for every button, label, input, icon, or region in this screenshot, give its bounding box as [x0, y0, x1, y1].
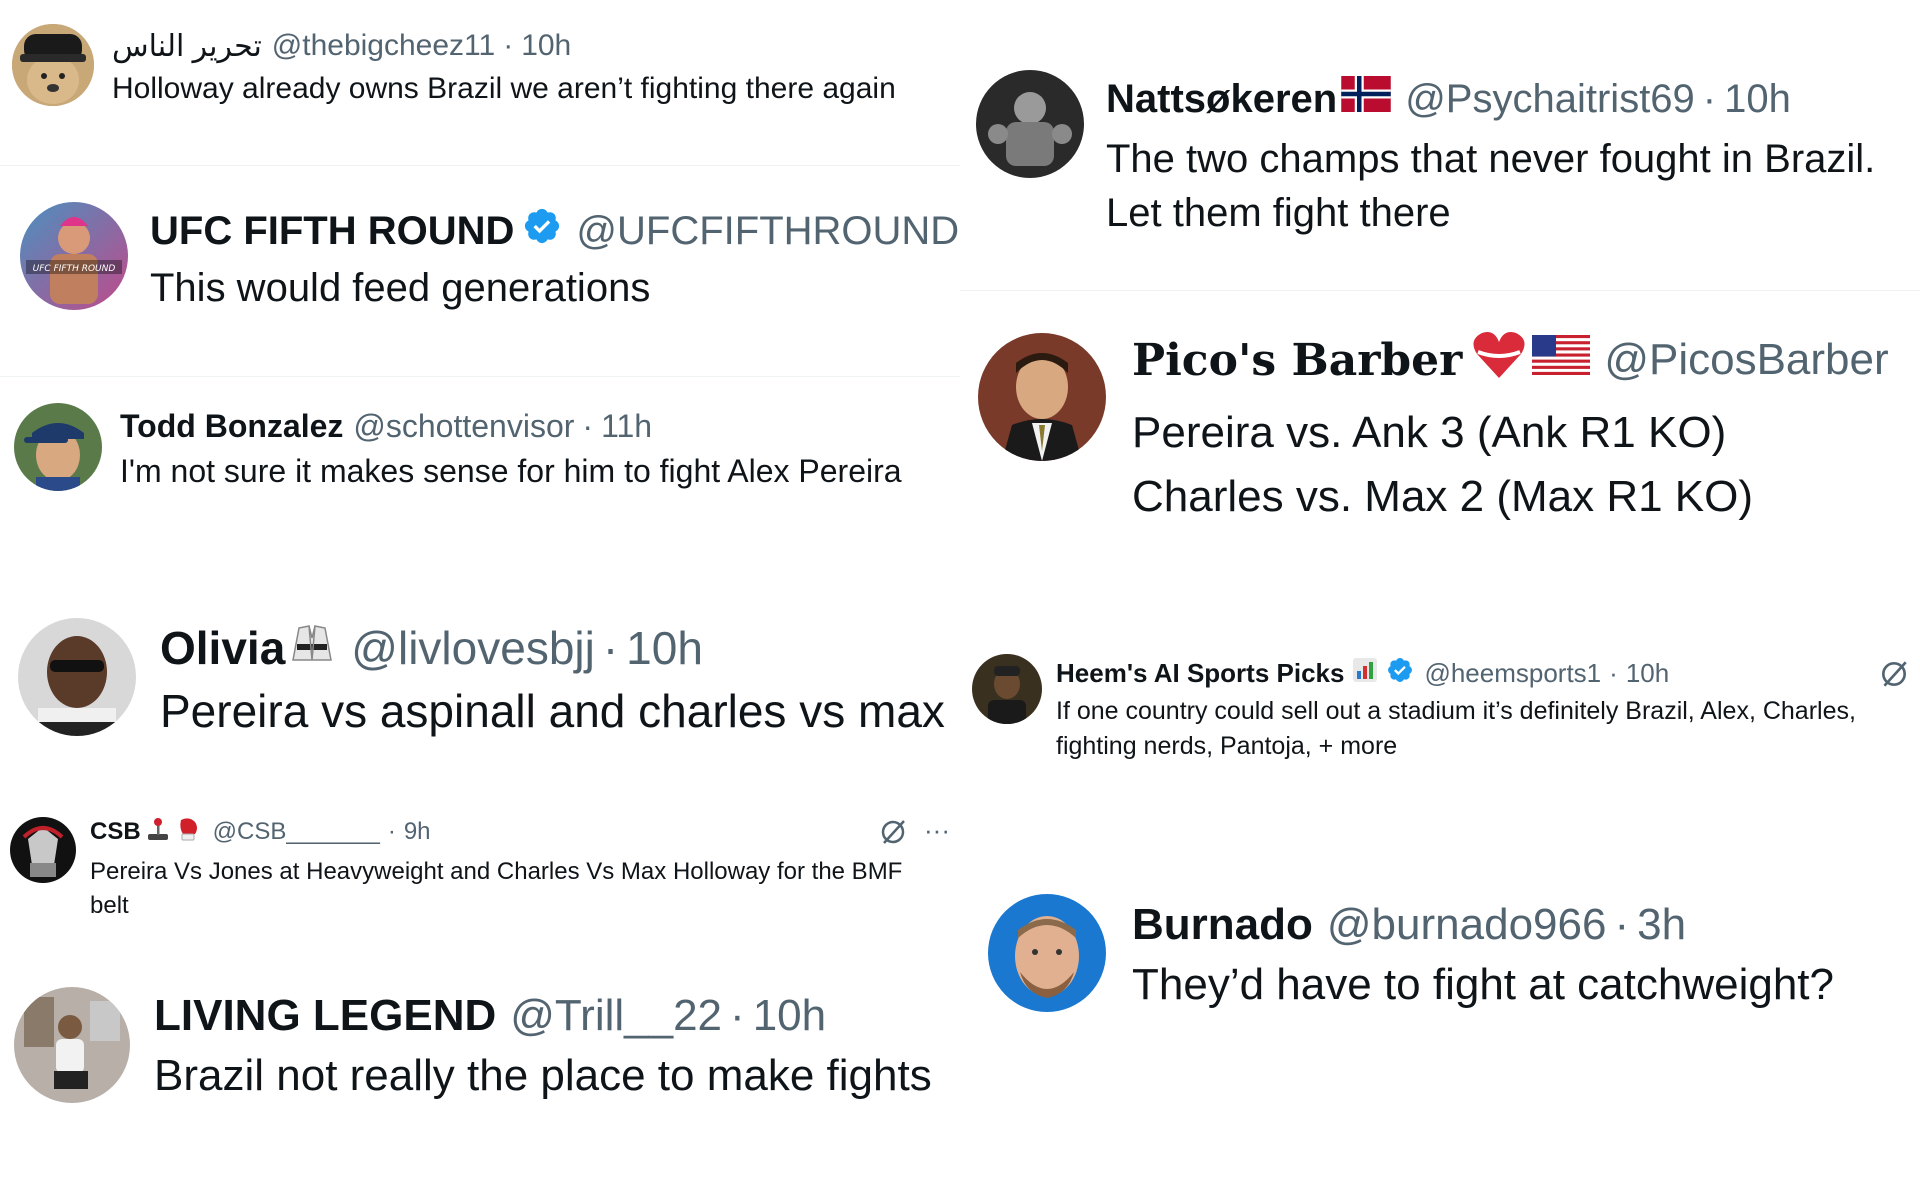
dot-separator: · — [503, 29, 514, 62]
reply-tweet-9[interactable]: Heem's AI Sports Picks @heemsports1 · 10… — [960, 640, 1920, 790]
avatar[interactable] — [18, 618, 136, 736]
reply-collage: تحرير الناس @thebigcheez11 · 10h Hollowa… — [0, 0, 1920, 1200]
tweet-text: The two champs that never fought in Braz… — [1106, 132, 1875, 240]
reply-tweet-1[interactable]: تحرير الناس @thebigcheez11 · 10h Hollowa… — [0, 0, 960, 165]
tweet-text: They’d have to fight at catchweight? — [1132, 960, 1834, 1009]
display-name[interactable]: Heem's AI Sports Picks — [1056, 658, 1344, 689]
avatar[interactable] — [978, 333, 1106, 461]
timestamp[interactable]: 10h — [1724, 77, 1791, 122]
display-name[interactable]: UFC FIFTH ROUND — [150, 209, 514, 254]
reply-tweet-10[interactable]: Burnado @burnado966 · 3h They’d have to … — [960, 880, 1920, 1050]
handle[interactable]: @heemsports1 — [1424, 658, 1601, 689]
grok-icon[interactable] — [878, 817, 908, 847]
display-name[interactable]: Burnado — [1132, 900, 1313, 950]
dot-separator: · — [387, 818, 396, 845]
tweet-text: Brazil not really the place to make figh… — [154, 1051, 932, 1100]
reply-tweet-6[interactable]: LIVING LEGEND @Trill__22 · 10h Brazil no… — [0, 975, 960, 1145]
tweet-text: Pereira vs aspinall and charles vs max — [160, 685, 945, 737]
dot-separator: · — [602, 622, 619, 674]
dot-separator: · — [1614, 900, 1630, 949]
joystick-emoji-icon — [145, 816, 171, 849]
handle[interactable]: @Trill__22 — [510, 991, 722, 1041]
tweet-text-line: The two champs that never fought in Braz… — [1106, 137, 1876, 181]
tweet-text: Holloway already owns Brazil we aren’t f… — [112, 72, 896, 105]
display-name[interactable]: CSB — [90, 818, 141, 846]
gi-emoji-icon — [289, 620, 335, 677]
tweet-text-line: Let them fight there — [1106, 191, 1451, 235]
handle[interactable]: @UFCFIFTHROUND — [576, 209, 959, 254]
bar-chart-emoji-icon — [1352, 657, 1378, 690]
verified-badge-icon — [1386, 656, 1414, 691]
handle[interactable]: @PicosBarber — [1604, 335, 1888, 385]
dot-separator: · — [1702, 76, 1717, 121]
norway-flag-icon — [1341, 76, 1391, 122]
tweet-text-line: Charles vs. Max 2 (Max R1 KO) — [1132, 472, 1754, 521]
tweet-text-line: fighting nerds, Pantoja, + more — [1056, 732, 1398, 760]
display-name[interactable]: تحرير الناس — [112, 29, 262, 64]
timestamp[interactable]: 10h — [1626, 658, 1669, 689]
timestamp[interactable]: 10h — [521, 29, 571, 63]
tweet-text: I'm not sure it makes sense for him to f… — [120, 453, 902, 489]
timestamp[interactable]: 10h — [753, 991, 826, 1041]
verified-badge-icon — [522, 206, 562, 256]
avatar[interactable] — [976, 70, 1084, 178]
avatar[interactable] — [12, 24, 94, 106]
tweet-text: Pereira vs. Ank 3 (Ank R1 KO) Charles vs… — [1132, 401, 1753, 529]
reply-tweet-5[interactable]: CSB @CSB_______ · 9h ··· Pereira Vs Jone… — [0, 805, 960, 955]
display-name[interactable]: Nattsøkeren — [1106, 77, 1337, 122]
timestamp[interactable]: 11h — [601, 408, 652, 445]
avatar[interactable] — [972, 654, 1042, 724]
reply-tweet-4[interactable]: Olivia @livlovesbjj · 10h Pereira vs asp… — [0, 600, 960, 800]
tweet-text: This would feed generations — [150, 266, 651, 310]
handle[interactable]: @schottenvisor — [353, 408, 574, 445]
us-flag-icon — [1532, 334, 1591, 386]
reply-tweet-3[interactable]: Todd Bonzalez @schottenvisor · 11h I'm n… — [0, 377, 960, 577]
timestamp[interactable]: 10h — [626, 621, 703, 675]
reply-tweet-8[interactable]: Pico's Barber @PicosBarber Pereira vs. A… — [960, 291, 1920, 591]
tweet-text: If one country could sell out a stadium … — [1056, 694, 1856, 764]
display-name[interactable]: Todd Bonzalez — [120, 408, 343, 445]
handle[interactable]: @livlovesbjj — [351, 621, 595, 675]
dot-separator: · — [1609, 657, 1618, 688]
avatar[interactable]: UFC FIFTH ROUND — [20, 202, 128, 310]
handle[interactable]: @thebigcheez11 — [272, 29, 495, 63]
display-name[interactable]: LIVING LEGEND — [154, 991, 496, 1041]
heart-icon — [1472, 330, 1526, 391]
tweet-text: Pereira Vs Jones at Heavyweight and Char… — [90, 858, 903, 919]
handle[interactable]: @burnado966 — [1327, 900, 1607, 950]
avatar-text: UFC FIFTH ROUND — [33, 264, 116, 274]
reply-tweet-2[interactable]: UFC FIFTH ROUND UFC FIFTH ROUND @UFCFIFT… — [0, 166, 960, 376]
tweet-text-line: Pereira vs. Ank 3 (Ank R1 KO) — [1132, 408, 1727, 457]
reply-tweet-7[interactable]: Nattsøkeren @Psychaitrist69 · 10h The tw… — [960, 0, 1920, 290]
avatar[interactable] — [10, 817, 76, 883]
dot-separator: · — [582, 407, 594, 444]
handle[interactable]: @CSB_______ — [213, 818, 380, 846]
avatar[interactable] — [14, 403, 102, 491]
handle[interactable]: @Psychaitrist69 — [1405, 77, 1695, 122]
timestamp[interactable]: 9h — [404, 818, 431, 846]
boxing-glove-icon — [175, 816, 201, 849]
dot-separator: · — [730, 991, 745, 1040]
more-icon[interactable]: ··· — [922, 817, 952, 847]
display-name[interactable]: Pico's Barber — [1132, 335, 1462, 386]
tweet-text-line: If one country could sell out a stadium … — [1056, 697, 1856, 725]
avatar[interactable] — [988, 894, 1106, 1012]
avatar[interactable] — [14, 987, 130, 1103]
display-name[interactable]: Olivia — [160, 621, 285, 675]
grok-icon[interactable] — [1878, 658, 1910, 690]
timestamp[interactable]: 3h — [1637, 900, 1686, 950]
